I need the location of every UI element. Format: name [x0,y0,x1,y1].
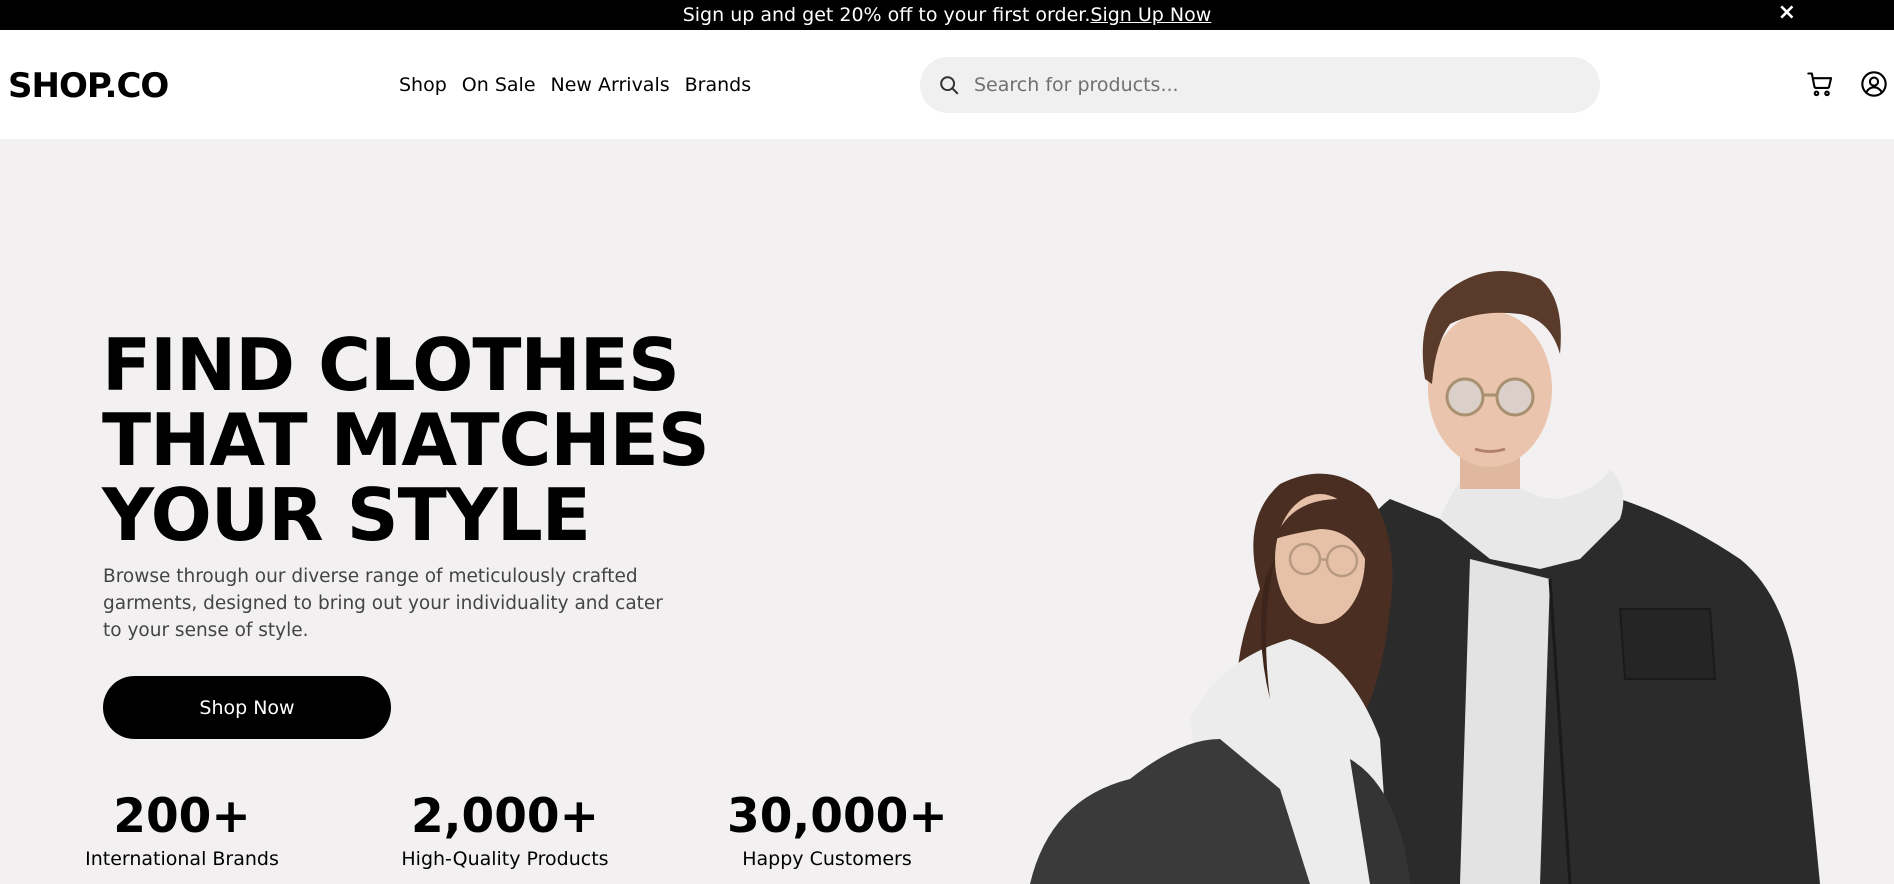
stat-label: High-Quality Products [401,848,609,870]
shop-now-button[interactable]: Shop Now [103,676,391,739]
hero-section: FIND CLOTHES THAT MATCHES YOUR STYLE Bro… [0,139,1894,884]
stat-products: 2,000+ High-Quality Products [400,789,610,870]
nav-shop[interactable]: Shop [399,74,447,96]
stat-value: 200+ [113,789,251,844]
close-icon[interactable]: × [1778,1,1796,25]
hero-models-image [1030,271,1820,884]
nav-on-sale[interactable]: On Sale [462,74,536,96]
header: SHOP.CO Shop On Sale New Arrivals Brands [0,30,1894,139]
stat-customers: 30,000+ Happy Customers [727,789,948,870]
nav-new-arrivals[interactable]: New Arrivals [551,74,670,96]
promo-bar: Sign up and get 20% off to your first or… [0,0,1894,30]
hero-description: Browse through our diverse range of meti… [103,566,663,641]
logo[interactable]: SHOP.CO [8,66,169,106]
stat-label: Happy Customers [742,848,912,870]
search-bar [920,57,1600,113]
cart-icon[interactable] [1806,70,1834,102]
search-icon [940,76,959,95]
sign-up-link[interactable]: Sign Up Now [1090,4,1211,26]
user-icon[interactable] [1860,70,1888,102]
stat-brands: 200+ International Brands [82,789,282,870]
promo-text: Sign up and get 20% off to your first or… [682,4,1091,26]
stat-value: 30,000+ [727,789,948,844]
stat-value: 2,000+ [410,789,600,844]
main-nav: Shop On Sale New Arrivals Brands [399,74,751,96]
nav-brands[interactable]: Brands [685,74,752,96]
hero-headline: FIND CLOTHES THAT MATCHES YOUR STYLE [102,323,710,557]
search-input[interactable] [974,74,1574,96]
stat-label: International Brands [85,848,279,870]
